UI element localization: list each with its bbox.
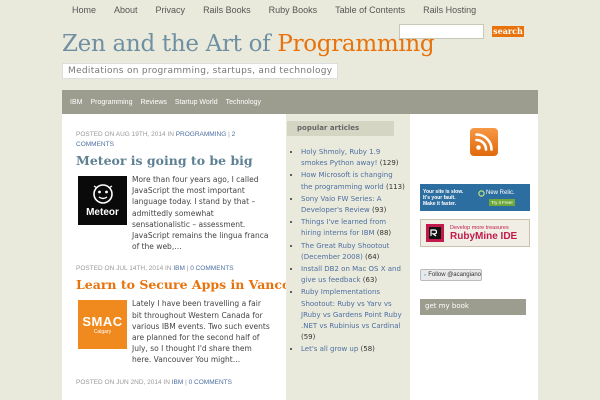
popular-article-count: (59)	[301, 333, 316, 342]
post-comments-link[interactable]: 0 Comments	[190, 265, 233, 272]
post-category-link[interactable]: Programming	[176, 131, 227, 138]
post-meta: Posted on Aug 19th, 2014 in Programming …	[76, 131, 236, 148]
popular-article-count: (113)	[385, 182, 405, 191]
site-title-main: Zen and the Art of	[62, 31, 271, 57]
rubymine-ad-banner[interactable]: Develop more treasures RubyMine IDE	[420, 219, 530, 247]
popular-articles-sidebar: popular articles Holy Shmoly, Ruby 1.9 s…	[286, 114, 410, 400]
rubymine-logo-icon	[426, 224, 444, 242]
rss-feed-icon[interactable]	[470, 128, 498, 156]
popular-article-count: (58)	[360, 345, 375, 354]
post-meta: Posted on Jun 2nd, 2014 in IBM | 0 Comme…	[76, 378, 232, 386]
topnav-privacy[interactable]: Privacy	[146, 0, 194, 21]
post-meta: Posted on Jul 14th, 2014 in IBM | 0 Comm…	[76, 265, 234, 273]
topnav-ruby-books[interactable]: Ruby Books	[259, 0, 326, 21]
rss-glyph-icon	[475, 133, 493, 151]
post-date: Posted on Jul 14th, 2014 in	[76, 265, 172, 273]
popular-article-link[interactable]: Holy Shmoly, Ruby 1.9 smokes Python away…	[301, 148, 380, 167]
twitter-bird-icon	[424, 274, 427, 276]
popular-article-count: (88)	[376, 229, 392, 238]
popular-article-count: (63)	[362, 276, 378, 285]
popular-article-link[interactable]: Things I've learned from hiring interns …	[301, 218, 386, 237]
newrelic-brand-name: New Relic.	[486, 190, 515, 196]
list-item: Install DB2 on Mac OS X and give us feed…	[301, 263, 405, 286]
topnav-home[interactable]: Home	[62, 0, 104, 21]
popular-article-count: (64)	[365, 252, 380, 261]
post-date: Posted on Aug 19th, 2014 in	[76, 131, 174, 138]
rubymine-brand-name: RubyMine IDE	[450, 230, 518, 242]
popular-articles-list: Holy Shmoly, Ruby 1.9 smokes Python away…	[287, 146, 405, 356]
meteor-logo-icon	[92, 184, 113, 204]
list-item: The Great Ruby Shootout (December 2008) …	[301, 240, 405, 263]
search-input[interactable]	[399, 24, 484, 39]
popular-article-link[interactable]: Install DB2 on Mac OS X and give us feed…	[301, 265, 401, 284]
post-body: SMAC Calgary Lately I have been travelli…	[76, 298, 273, 365]
catnav-ibm[interactable]: IBM	[66, 99, 86, 106]
post-excerpt: Lately I have been travelling a fair bit…	[132, 299, 270, 365]
catnav-programming[interactable]: Programming	[86, 99, 136, 106]
post-title[interactable]: Learn to Secure Apps in Vancouver, a…	[76, 278, 286, 292]
post-body: Meteor More than four years ago, I calle…	[76, 174, 273, 252]
list-item: Let's all grow up (58)	[301, 343, 405, 355]
post-comments-link[interactable]: 0 Comments	[189, 379, 232, 386]
right-sidebar: Your site is slow. It's your fault. Make…	[410, 114, 538, 400]
post: Posted on Jun 2nd, 2014 in IBM | 0 Comme…	[76, 378, 273, 388]
newrelic-logo-icon	[478, 189, 485, 197]
popular-article-link[interactable]: How Microsoft is changing the programmin…	[301, 171, 393, 190]
popular-article-link[interactable]: Sony Vaio FW Series: A Developer's Revie…	[301, 195, 382, 214]
post: Posted on Jul 14th, 2014 in IBM | 0 Comm…	[76, 264, 286, 365]
topnav-rails-hosting[interactable]: Rails Hosting	[413, 0, 484, 21]
popular-articles-heading: popular articles	[287, 121, 394, 136]
post-title[interactable]: Meteor is going to be big	[76, 154, 273, 168]
popular-article-link[interactable]: Ruby Implementations Shootout: Ruby vs Y…	[301, 288, 402, 330]
thumb-label: Meteor	[86, 207, 119, 218]
list-item: Ruby Implementations Shootout: Ruby vs Y…	[301, 286, 405, 343]
list-item: Sony Vaio FW Series: A Developer's Revie…	[301, 193, 405, 216]
rubymine-ad-copy: Develop more treasures RubyMine IDE	[450, 225, 517, 242]
catnav-startup-world[interactable]: Startup World	[171, 99, 222, 106]
site-title[interactable]: Zen and the Art of Programming	[62, 31, 435, 57]
topnav-rails-books[interactable]: Rails Books	[193, 0, 259, 21]
twitter-follow-label: Follow @acangiano	[428, 272, 481, 278]
topnav-table-of-contents[interactable]: Table of Contents	[325, 0, 413, 21]
thumb-label: SMAC	[82, 314, 123, 330]
post-category-link[interactable]: IBM	[172, 379, 184, 386]
list-item: Holy Shmoly, Ruby 1.9 smokes Python away…	[301, 146, 405, 169]
newrelic-ad-brand-block: New Relic. Try it Free!	[478, 189, 515, 206]
post-excerpt: More than four years ago, I called JavaS…	[132, 175, 269, 252]
newrelic-cta: Try it Free!	[489, 198, 515, 206]
thumb-sublabel: Calgary	[93, 329, 112, 336]
category-nav: IBM Programming Reviews Startup World Te…	[62, 90, 538, 114]
newrelic-ad-copy: Your site is slow. It's your fault. Make…	[420, 189, 478, 207]
popular-article-link[interactable]: Let's all grow up	[301, 345, 358, 353]
newrelic-ad-line3: Make it faster.	[423, 200, 457, 207]
post-category-link[interactable]: IBM	[173, 265, 185, 272]
topnav-about[interactable]: About	[104, 0, 146, 21]
newrelic-ad-banner[interactable]: Your site is slow. It's your fault. Make…	[420, 184, 530, 211]
post-thumbnail[interactable]: SMAC Calgary	[78, 300, 127, 350]
search-button[interactable]: search	[492, 26, 524, 37]
post-thumbnail[interactable]: Meteor	[78, 176, 127, 225]
popular-article-count: (129)	[379, 159, 399, 168]
site-tagline: Meditations on programming, startups, an…	[62, 63, 339, 79]
twitter-follow-button[interactable]: Follow @acangiano	[420, 269, 482, 281]
post-date: Posted on Jun 2nd, 2014 in	[76, 378, 170, 386]
list-item: How Microsoft is changing the programmin…	[301, 169, 405, 192]
get-my-book-heading: get my book	[420, 299, 526, 315]
popular-article-count: (93)	[372, 206, 387, 215]
top-nav: Home About Privacy Rails Books Ruby Book…	[62, 0, 484, 21]
newrelic-brand: New Relic.	[478, 189, 515, 197]
main-content: Posted on Aug 19th, 2014 in Programming …	[62, 114, 286, 400]
post: Posted on Aug 19th, 2014 in Programming …	[76, 130, 273, 252]
catnav-reviews[interactable]: Reviews	[136, 99, 170, 106]
list-item: Things I've learned from hiring interns …	[301, 216, 405, 239]
catnav-technology[interactable]: Technology	[222, 99, 265, 106]
